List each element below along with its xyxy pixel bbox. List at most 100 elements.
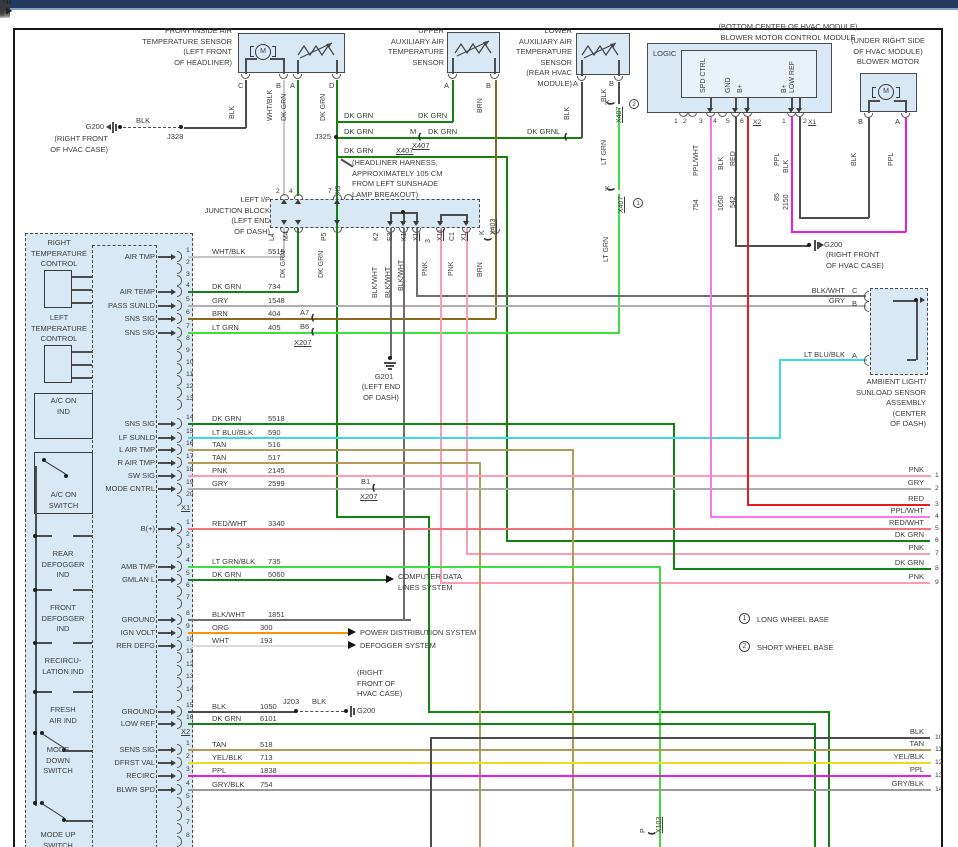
inline-connector-icon: ((	[647, 833, 656, 835]
inline-connector-icon: ((	[311, 313, 315, 322]
head-x2-label: X2	[181, 727, 191, 736]
wire-label: DK GRN	[281, 93, 288, 121]
pin-letter: D	[329, 81, 335, 90]
junction-bottom-pin: X1	[461, 232, 468, 241]
module-pin-num: 6	[740, 118, 744, 125]
splice-j203-dot	[294, 709, 298, 713]
connector-name: X407	[618, 196, 625, 213]
g200-left-wire: BLK	[136, 116, 151, 125]
wire-label: DK GRN	[320, 93, 327, 121]
pin-letter: B	[858, 117, 864, 126]
connector-name: X407	[396, 146, 414, 155]
junction-bottom-pin: X11	[437, 229, 444, 241]
wire-label: BRN	[477, 98, 484, 113]
wire-label: GRY	[828, 296, 845, 305]
module-x2-label: X2	[753, 119, 762, 126]
connector-name: X407	[616, 106, 623, 123]
module-pin-label: B+	[781, 84, 788, 93]
inline-connector-icon: ((	[418, 132, 422, 141]
wire-label: DK GRN	[527, 127, 557, 136]
g200-left-loc: (RIGHT FRONT OF HVAC CASE)	[50, 134, 108, 154]
power-dist-label: POWER DISTRIBUTION SYSTEM	[360, 628, 477, 637]
wire-label: LT GRN	[603, 236, 610, 262]
wire-label: PPL	[888, 152, 895, 166]
g200-left-name: G200	[85, 122, 104, 131]
wiring-diagram-canvas: M M ⇈ ▶ ⇈ ▶ FRONT INSIDE AIR TEMPERATURE…	[0, 0, 958, 847]
power-dist-arrow-icon	[348, 628, 356, 636]
wire-label: PNK	[448, 261, 455, 276]
module-pin-num: 1	[674, 118, 678, 125]
pin-letter: B	[276, 81, 282, 90]
junction-bottom-pin: X1	[413, 232, 420, 241]
pin-letter: A	[573, 79, 579, 88]
defogger-label: DEFOGGER SYSTEM	[360, 641, 436, 650]
pin-letter: A	[290, 81, 296, 90]
wire-label: PPL/WHT	[693, 144, 700, 176]
junction-bottom-pin: P5	[321, 232, 328, 241]
splice-label: A7	[300, 308, 310, 317]
wire-label: RED	[730, 151, 737, 166]
module-pin-label: SPD CTRL	[700, 58, 707, 93]
junction-bottom-pin: M4	[283, 231, 290, 241]
note-1-text: LONG WHEEL BASE	[757, 615, 829, 624]
module-logic-label: LOGIC	[653, 49, 677, 58]
pin-letter: C	[852, 286, 858, 295]
module-pin-label: GND	[725, 77, 732, 93]
blower-motor-box	[860, 73, 917, 112]
connector-pin: P	[640, 828, 647, 833]
junction-x9-label: X9	[335, 185, 342, 194]
wire-label: BLK	[229, 105, 236, 119]
wire-label: DK GRN	[418, 111, 448, 120]
wire-circuit: 754	[693, 199, 700, 211]
splice-j328-dot	[179, 125, 183, 129]
note-ref-2: 2	[629, 99, 639, 109]
splice-j325-dot	[334, 135, 338, 139]
wire-label: BRN	[477, 262, 484, 277]
lower-sensor-box	[576, 33, 630, 75]
upper-sensor-title: UPPER AUXILIARY AIR TEMPERATURE SENSOR	[387, 26, 444, 67]
note-ref-1: 1	[633, 198, 643, 208]
front-sensor-box	[238, 33, 345, 73]
pin-letter: A	[444, 81, 450, 90]
wire-label: BLK/WHT	[811, 286, 845, 295]
connector-name: X207	[294, 338, 312, 347]
wire-label: BLK	[851, 152, 858, 166]
pin-letter: B	[486, 81, 492, 90]
wire-label: WHT/BLK	[267, 89, 274, 121]
inline-connector-icon: ((	[606, 103, 615, 105]
connector-name: X407	[412, 141, 430, 150]
connector-pin: M	[410, 127, 417, 136]
junction-top-pin: 2	[276, 188, 280, 195]
wire-label: BLK/WHT	[398, 259, 405, 291]
junction-bottom-pin: L4	[269, 233, 276, 241]
pin-letter: A	[895, 117, 901, 126]
junction-bottom-pin: K2	[373, 232, 380, 241]
inline-connector-icon: ((	[606, 189, 615, 191]
headliner-note: (HEADLINER HARNESS, APPROXIMATELY 105 CM…	[352, 158, 443, 199]
junction-bottom-pin: E3	[387, 232, 394, 241]
inline-connector-icon: ((	[372, 483, 376, 492]
head-x1-label: X1	[181, 503, 191, 512]
module-pin-num: 2	[683, 118, 687, 125]
front-sensor-title: FRONT INSIDE AIR TEMPERATURE SENSOR (LEF…	[142, 26, 232, 67]
junction-bottom-pin: C1	[449, 232, 456, 241]
wire-circuit: 1050	[718, 195, 725, 211]
module-pin-num: 1	[782, 118, 786, 125]
wire-label: DK GRN	[344, 146, 374, 155]
g200-mid-loc: (RIGHT FRONT OF HVAC CASE)	[826, 250, 884, 270]
top-accent-underline	[0, 8, 958, 10]
pin-letter: B	[609, 79, 615, 88]
connector-name: X103	[656, 816, 663, 833]
junction-bottom-pin: 3	[425, 239, 432, 243]
inline-connector-icon: ((	[311, 327, 315, 336]
junction-top-pin: 7	[328, 188, 332, 195]
inline-connector-icon: ((	[483, 239, 492, 241]
junction-bottom-pin: K1	[401, 232, 408, 241]
splice-label: B6	[300, 322, 310, 331]
g201-loc: (LEFT END OF DASH)	[361, 382, 401, 402]
j203-wire-label: BLK	[312, 697, 327, 706]
wire-label: LT GRN	[601, 139, 608, 165]
connector-pin: L	[556, 127, 561, 136]
wire-label: DK GRN	[318, 250, 325, 278]
j328-label: J328	[167, 132, 184, 141]
